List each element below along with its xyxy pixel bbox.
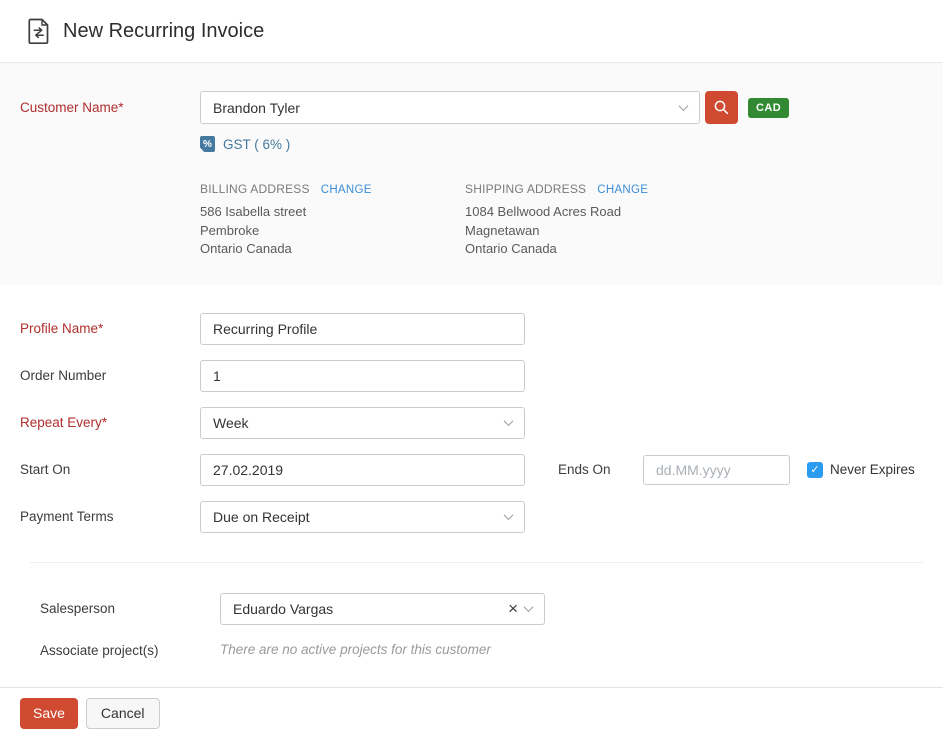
customer-name-controls: Brandon Tyler CAD — [200, 91, 789, 124]
search-icon — [713, 99, 730, 116]
order-number-input[interactable] — [200, 360, 525, 392]
ends-on-input[interactable] — [643, 455, 790, 485]
repeat-every-label: Repeat Every* — [20, 415, 200, 430]
customer-name-row: Customer Name* Brandon Tyler CAD — [20, 91, 923, 124]
billing-address-line: 586 Isabella street — [200, 203, 465, 222]
repeat-every-row: Repeat Every* Week — [20, 407, 923, 439]
customer-search-button[interactable] — [705, 91, 738, 124]
start-on-label: Start On — [20, 462, 200, 477]
start-on-input[interactable] — [200, 454, 525, 486]
shipping-address-line: 1084 Bellwood Acres Road — [465, 203, 730, 222]
customer-name-select[interactable]: Brandon Tyler — [200, 91, 700, 124]
salesperson-row: Salesperson Eduardo Vargas × — [40, 593, 903, 625]
repeat-every-select[interactable]: Week — [200, 407, 525, 439]
recurring-invoice-icon — [28, 18, 50, 45]
recurring-profile-form: Profile Name* Order Number Repeat Every*… — [0, 285, 943, 658]
associate-projects-label: Associate project(s) — [40, 642, 220, 658]
never-expires-checkbox[interactable]: ✓ — [807, 462, 823, 478]
addresses: BILLING ADDRESS CHANGE 586 Isabella stre… — [200, 182, 923, 259]
payment-terms-label: Payment Terms — [20, 509, 200, 524]
salesperson-label: Salesperson — [40, 601, 220, 616]
profile-name-input[interactable] — [200, 313, 525, 345]
save-button[interactable]: Save — [20, 698, 78, 729]
shipping-address-lines: 1084 Bellwood Acres Road Magnetawan Onta… — [465, 203, 730, 259]
billing-address-lines: 586 Isabella street Pembroke Ontario Can… — [200, 203, 465, 259]
profile-name-label: Profile Name* — [20, 321, 200, 336]
billing-address-line: Ontario Canada — [200, 240, 465, 259]
cancel-button[interactable]: Cancel — [86, 698, 160, 729]
new-recurring-invoice-page: New Recurring Invoice Customer Name* Bra… — [0, 0, 943, 658]
billing-address-change-link[interactable]: CHANGE — [321, 184, 372, 196]
order-number-label: Order Number — [20, 368, 200, 383]
associate-projects-row: Associate project(s) There are no active… — [40, 642, 903, 658]
payment-terms-value: Due on Receipt — [213, 509, 310, 525]
order-number-row: Order Number — [20, 360, 923, 392]
chevron-down-icon — [504, 510, 514, 520]
tax-percent-icon: % — [200, 136, 215, 152]
gst-tax-link[interactable]: GST ( 6% ) — [223, 137, 290, 152]
shipping-address-change-link[interactable]: CHANGE — [597, 184, 648, 196]
shipping-address-heading: SHIPPING ADDRESS — [465, 182, 586, 196]
payment-terms-select[interactable]: Due on Receipt — [200, 501, 525, 533]
tax-row: % GST ( 6% ) — [200, 136, 923, 152]
profile-name-row: Profile Name* — [20, 313, 923, 345]
salesperson-select[interactable]: Eduardo Vargas × — [220, 593, 545, 625]
page-title: New Recurring Invoice — [63, 20, 264, 43]
clear-salesperson-icon[interactable]: × — [508, 600, 518, 617]
billing-address: BILLING ADDRESS CHANGE 586 Isabella stre… — [200, 182, 465, 259]
payment-terms-row: Payment Terms Due on Receipt — [20, 501, 923, 533]
action-footer: Save Cancel — [0, 687, 943, 738]
page-header: New Recurring Invoice — [0, 0, 943, 63]
never-expires-label: Never Expires — [830, 462, 915, 477]
chevron-down-icon — [679, 101, 689, 111]
repeat-every-value: Week — [213, 415, 249, 431]
shipping-address: SHIPPING ADDRESS CHANGE 1084 Bellwood Ac… — [465, 182, 730, 259]
ends-on-label: Ends On — [558, 462, 643, 477]
salesperson-section: Salesperson Eduardo Vargas × Associate p… — [20, 563, 923, 658]
shipping-address-line: Magnetawan — [465, 222, 730, 241]
billing-address-line: Pembroke — [200, 222, 465, 241]
no-projects-message: There are no active projects for this cu… — [220, 642, 491, 657]
salesperson-value: Eduardo Vargas — [233, 601, 333, 617]
customer-section: Customer Name* Brandon Tyler CAD — [0, 63, 943, 285]
shipping-address-line: Ontario Canada — [465, 240, 730, 259]
currency-badge: CAD — [748, 98, 789, 118]
customer-name-label: Customer Name* — [20, 100, 200, 115]
customer-name-value: Brandon Tyler — [213, 100, 300, 116]
chevron-down-icon — [504, 416, 514, 426]
start-on-row: Start On Ends On ✓ Never Expires — [20, 454, 923, 486]
chevron-down-icon — [524, 602, 534, 612]
billing-address-heading: BILLING ADDRESS — [200, 182, 310, 196]
